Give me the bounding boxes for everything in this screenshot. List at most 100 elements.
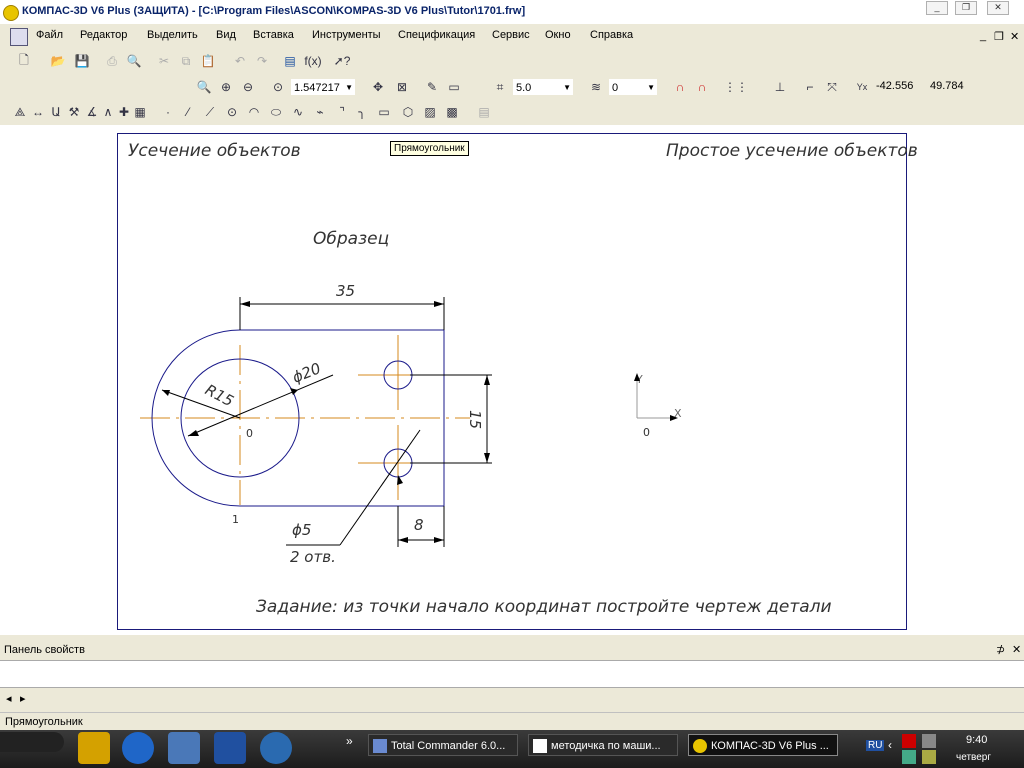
paste-icon[interactable]: 📋: [200, 53, 216, 69]
local-cs-icon[interactable]: ⊥: [772, 79, 788, 95]
internet-explorer-icon[interactable]: [122, 732, 154, 764]
task-label: КОМПАС-3D V6 Plus ...: [711, 740, 829, 752]
redo-icon[interactable]: ↷: [254, 53, 270, 69]
segment-icon[interactable]: ⟋: [202, 104, 218, 120]
macro-icon[interactable]: ▤: [476, 104, 492, 120]
menu-insert[interactable]: Вставка: [253, 29, 294, 41]
display-icon[interactable]: ▭: [446, 79, 462, 95]
tray-expand-icon[interactable]: ‹: [888, 738, 892, 752]
contour-icon[interactable]: ▩: [444, 104, 460, 120]
panel-scroll-left-icon[interactable]: ◂: [6, 692, 12, 705]
layer-combo[interactable]: 0 ▼: [608, 78, 658, 96]
mdi-minimize-button[interactable]: _: [980, 30, 986, 42]
floppy-icon[interactable]: [214, 732, 246, 764]
menu-specification[interactable]: Спецификация: [398, 29, 475, 41]
drawing-canvas[interactable]: 35 ϕ20 R15 15 8 ϕ5 2 отв. 0 1 Y X 0: [0, 125, 1024, 635]
spec-tool-icon[interactable]: ▦: [132, 104, 148, 120]
circle-icon[interactable]: ⊙: [224, 104, 240, 120]
panel-scroll-right-icon[interactable]: ▸: [20, 692, 26, 705]
step-icon[interactable]: ⌗: [492, 79, 508, 95]
mdi-restore-button[interactable]: ❐: [994, 30, 1004, 43]
tray-network-icon[interactable]: [902, 750, 916, 764]
polygon-icon[interactable]: ⬡: [400, 104, 416, 120]
params-tool-icon[interactable]: ∡: [84, 104, 100, 120]
geometry-tool-icon[interactable]: ⟁: [12, 104, 28, 120]
task-word-doc[interactable]: методичка по маши...: [528, 734, 678, 756]
tray-app-icon[interactable]: [922, 734, 936, 748]
aux-line-icon[interactable]: ⁄: [180, 104, 196, 120]
bezier-icon[interactable]: ∿: [290, 104, 306, 120]
menu-service[interactable]: Сервис: [492, 29, 530, 41]
zoom-scale-icon[interactable]: ⊙: [270, 79, 286, 95]
manager-icon[interactable]: ▤: [282, 53, 298, 69]
dimension-arrows: [162, 301, 678, 543]
menu-help[interactable]: Справка: [590, 29, 633, 41]
clock-day: четверг: [956, 752, 991, 763]
save-icon[interactable]: 💾: [74, 53, 90, 69]
edit-tool-icon[interactable]: ⚒: [66, 104, 82, 120]
symbols-tool-icon[interactable]: Ա: [48, 104, 64, 120]
menu-select[interactable]: Выделить: [147, 29, 198, 41]
cut-icon[interactable]: ✂: [156, 53, 172, 69]
zoom-in-icon[interactable]: ⊕: [218, 79, 234, 95]
ellipse-icon[interactable]: ⬭: [268, 104, 284, 120]
zoom-window-icon[interactable]: 🔍: [196, 79, 212, 95]
step-combo[interactable]: 5.0 ▼: [512, 78, 574, 96]
snap-magnet-icon[interactable]: ∩: [672, 79, 688, 95]
menu-file[interactable]: Файл: [36, 29, 63, 41]
quicklaunch-kompas-icon[interactable]: [78, 732, 110, 764]
zoom-out-icon[interactable]: ⊖: [240, 79, 256, 95]
measure-tool-icon[interactable]: ∧: [100, 104, 116, 120]
close-button[interactable]: ✕: [987, 1, 1009, 15]
panel-close-button[interactable]: ✕: [1012, 643, 1021, 656]
copy-icon[interactable]: ⧉: [178, 53, 194, 69]
antivirus-icon[interactable]: [902, 734, 916, 748]
local-snap-icon[interactable]: ∩: [694, 79, 710, 95]
polyline-icon[interactable]: ⌁: [312, 104, 328, 120]
start-button[interactable]: [0, 732, 64, 752]
menu-tools[interactable]: Инструменты: [312, 29, 381, 41]
open-folder-icon[interactable]: 📂: [50, 53, 66, 69]
menu-view[interactable]: Вид: [216, 29, 236, 41]
maximize-button[interactable]: ❐: [955, 1, 977, 15]
mdi-close-button[interactable]: ✕: [1010, 30, 1019, 43]
properties-icon[interactable]: ✎: [424, 79, 440, 95]
hatch-icon[interactable]: ▨: [422, 104, 438, 120]
network-icon[interactable]: [260, 732, 292, 764]
task-total-commander[interactable]: Total Commander 6.0...: [368, 734, 518, 756]
undo-icon[interactable]: ↶: [232, 53, 248, 69]
tray-volume-icon[interactable]: [922, 750, 936, 764]
print-preview-icon[interactable]: 🔍: [126, 53, 142, 69]
new-document-icon[interactable]: 🗋: [16, 53, 32, 69]
help-pointer-icon[interactable]: ➚?: [334, 53, 351, 69]
show-all-icon[interactable]: ⊠: [394, 79, 410, 95]
cursor-point-icon[interactable]: ⤧: [824, 79, 840, 95]
select-tool-icon[interactable]: ✚: [116, 104, 132, 120]
dim-phi20-text: ϕ20: [290, 359, 324, 387]
quicklaunch-chevron-icon[interactable]: »: [346, 734, 353, 748]
pin-icon[interactable]: ⊅: [996, 643, 1005, 656]
point-icon[interactable]: ·: [160, 104, 176, 120]
grid-icon[interactable]: ⋮⋮: [724, 79, 748, 95]
chamfer-icon[interactable]: ⌝: [334, 104, 350, 120]
fx-button[interactable]: f(x): [302, 53, 324, 69]
dim-35-text: 35: [336, 282, 355, 300]
minimize-button[interactable]: _: [926, 1, 948, 15]
language-indicator[interactable]: RU: [866, 740, 885, 751]
task-kompas[interactable]: КОМПАС-3D V6 Plus ...: [688, 734, 838, 756]
clock-time[interactable]: 9:40: [966, 734, 987, 746]
menu-window[interactable]: Окно: [545, 29, 571, 41]
layers-icon[interactable]: ≋: [588, 79, 604, 95]
print-icon[interactable]: ⎙: [104, 53, 120, 69]
dimensions-tool-icon[interactable]: ↔: [30, 104, 46, 120]
axis-origin-label: 0: [643, 426, 650, 439]
arc-icon[interactable]: ◠: [246, 104, 262, 120]
rectangle-icon[interactable]: ▭: [376, 104, 392, 120]
menu-editor[interactable]: Редактор: [80, 29, 127, 41]
document-icon[interactable]: [10, 28, 28, 46]
ortho-icon[interactable]: ⌐: [802, 79, 818, 95]
desktop-icon[interactable]: [168, 732, 200, 764]
zoom-combo[interactable]: 1.547217 ▼: [290, 78, 356, 96]
pan-icon[interactable]: ✥: [370, 79, 386, 95]
fillet-icon[interactable]: ╮: [354, 104, 370, 120]
